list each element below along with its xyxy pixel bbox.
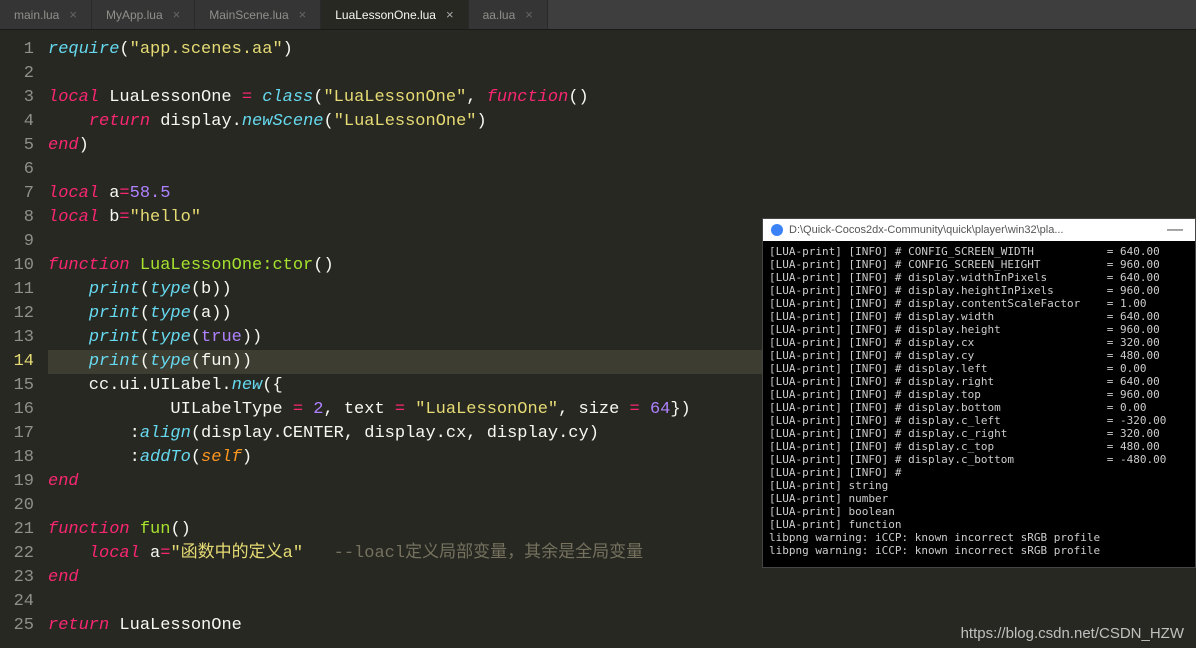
console-line: [LUA-print] [INFO] # display.top = 960.0… [769,388,1189,401]
close-icon[interactable]: × [446,7,454,22]
tab-label: main.lua [14,8,59,22]
line-number: 13 [0,326,34,350]
code-line: end [48,566,1196,590]
close-icon[interactable]: × [525,7,533,22]
line-number: 12 [0,302,34,326]
tab-myapp-lua[interactable]: MyApp.lua × [92,0,195,29]
tab-lualessonone-lua[interactable]: LuaLessonOne.lua × [321,0,468,29]
console-line: [LUA-print] [INFO] # display.c_right = 3… [769,427,1189,440]
console-line: [LUA-print] string [769,479,1189,492]
line-number: 11 [0,278,34,302]
console-line: [LUA-print] [INFO] # display.heightInPix… [769,284,1189,297]
tab-main-lua[interactable]: main.lua × [0,0,92,29]
line-number: 14 [0,350,34,374]
console-line: [LUA-print] [INFO] # display.width = 640… [769,310,1189,323]
code-line: end) [48,134,1196,158]
watermark: https://blog.csdn.net/CSDN_HZW [961,625,1184,642]
line-number-gutter: 1234567891011121314151617181920212223242… [0,30,42,648]
console-line: [LUA-print] [INFO] # display.c_top = 480… [769,440,1189,453]
console-line: [LUA-print] [INFO] # display.left = 0.00 [769,362,1189,375]
close-icon[interactable]: × [173,7,181,22]
console-line: [LUA-print] [INFO] # display.c_bottom = … [769,453,1189,466]
console-window: D:\Quick-Cocos2dx-Community\quick\player… [762,218,1196,568]
console-line: [LUA-print] [INFO] # display.cx = 320.00 [769,336,1189,349]
line-number: 1 [0,38,34,62]
code-line: local a=58.5 [48,182,1196,206]
console-output: [LUA-print] [INFO] # CONFIG_SCREEN_WIDTH… [763,241,1195,567]
code-line: local LuaLessonOne = class("LuaLessonOne… [48,86,1196,110]
line-number: 25 [0,614,34,638]
tab-label: MainScene.lua [209,8,288,22]
line-number: 5 [0,134,34,158]
tab-bar: main.lua×MyApp.lua×MainScene.lua×LuaLess… [0,0,1196,30]
line-number: 3 [0,86,34,110]
console-line: [LUA-print] function [769,518,1189,531]
close-icon[interactable]: × [69,7,77,22]
tab-label: LuaLessonOne.lua [335,8,436,22]
console-line: [LUA-print] [INFO] # display.bottom = 0.… [769,401,1189,414]
code-line [48,158,1196,182]
console-line: [LUA-print] [INFO] # display.cy = 480.00 [769,349,1189,362]
code-line [48,590,1196,614]
app-icon [771,224,783,236]
code-line: require("app.scenes.aa") [48,38,1196,62]
console-titlebar[interactable]: D:\Quick-Cocos2dx-Community\quick\player… [763,219,1195,241]
line-number: 18 [0,446,34,470]
line-number: 2 [0,62,34,86]
tab-mainscene-lua[interactable]: MainScene.lua × [195,0,321,29]
line-number: 9 [0,230,34,254]
console-line: [LUA-print] [INFO] # display.right = 640… [769,375,1189,388]
console-line: [LUA-print] [INFO] # display.height = 96… [769,323,1189,336]
console-warning: libpng warning: iCCP: known incorrect sR… [769,544,1189,557]
line-number: 16 [0,398,34,422]
console-line: [LUA-print] [INFO] # CONFIG_SCREEN_WIDTH… [769,245,1189,258]
line-number: 20 [0,494,34,518]
line-number: 15 [0,374,34,398]
minimize-icon[interactable]: — [1163,221,1187,239]
close-icon[interactable]: × [299,7,307,22]
console-line: [LUA-print] boolean [769,505,1189,518]
line-number: 22 [0,542,34,566]
line-number: 10 [0,254,34,278]
code-line: return display.newScene("LuaLessonOne") [48,110,1196,134]
console-title-text: D:\Quick-Cocos2dx-Community\quick\player… [789,224,1157,236]
line-number: 17 [0,422,34,446]
tab-aa-lua[interactable]: aa.lua × [469,0,548,29]
console-line: [LUA-print] [INFO] # display.contentScal… [769,297,1189,310]
tab-label: MyApp.lua [106,8,163,22]
line-number: 8 [0,206,34,230]
code-line [48,62,1196,86]
line-number: 24 [0,590,34,614]
line-number: 23 [0,566,34,590]
tab-label: aa.lua [483,8,516,22]
console-line: [LUA-print] [INFO] # display.c_left = -3… [769,414,1189,427]
console-line: [LUA-print] [INFO] # [769,466,1189,479]
line-number: 7 [0,182,34,206]
line-number: 6 [0,158,34,182]
line-number: 19 [0,470,34,494]
console-line: [LUA-print] [INFO] # display.widthInPixe… [769,271,1189,284]
console-line: [LUA-print] number [769,492,1189,505]
line-number: 4 [0,110,34,134]
console-warning: libpng warning: iCCP: known incorrect sR… [769,531,1189,544]
console-line: [LUA-print] [INFO] # CONFIG_SCREEN_HEIGH… [769,258,1189,271]
line-number: 21 [0,518,34,542]
